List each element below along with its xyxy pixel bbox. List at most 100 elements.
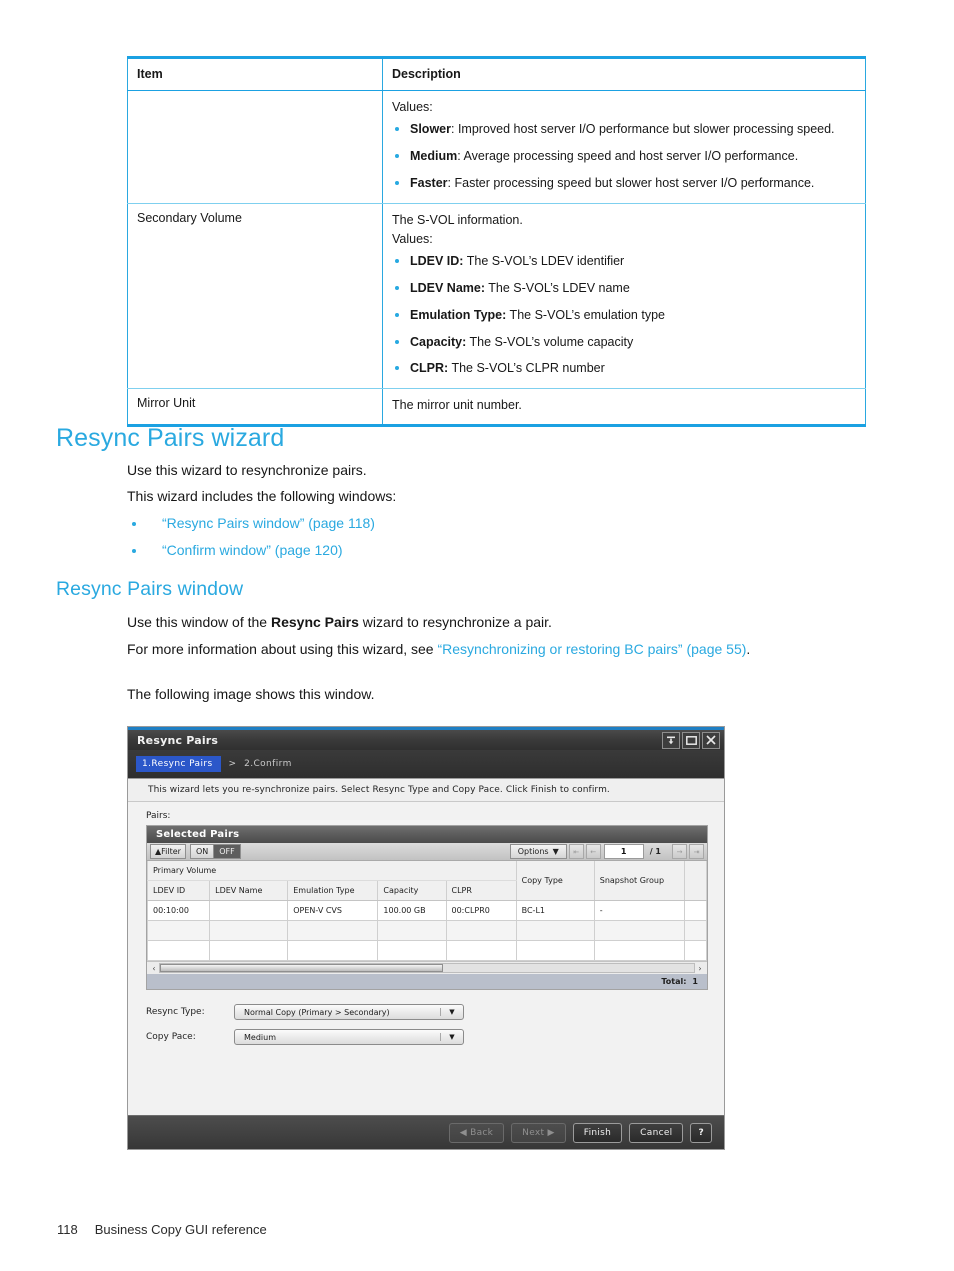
term-text: The S-VOL’s LDEV identifier xyxy=(463,254,625,269)
term: Capacity: xyxy=(410,334,467,349)
maximize-icon[interactable] xyxy=(682,731,700,749)
horizontal-scrollbar[interactable]: ‹ › xyxy=(147,961,707,974)
link-confirm-window[interactable]: “Confirm window” (page 120) xyxy=(162,542,343,558)
scrollbar-thumb[interactable] xyxy=(160,964,444,972)
list-item: Faster: Faster processing speed but slow… xyxy=(392,174,856,193)
copy-pace-label: Copy Pace: xyxy=(146,1032,196,1042)
list-item: “Confirm window” (page 120) xyxy=(127,541,375,561)
step-confirm[interactable]: 2.Confirm xyxy=(244,759,292,769)
column-header-ldev-id[interactable]: LDEV ID xyxy=(146,880,211,901)
page-number-input[interactable]: 1 xyxy=(603,844,644,859)
term-text: The S-VOL’s volume capacity xyxy=(466,334,634,349)
column-header-emulation-type[interactable]: Emulation Type xyxy=(287,880,379,901)
cell-clpr: 00:CLPR0 xyxy=(445,900,517,921)
cell-emulation-type: OPEN-V CVS xyxy=(287,900,379,921)
cell-empty xyxy=(287,920,379,941)
scroll-right-icon[interactable]: › xyxy=(695,964,705,973)
step-resync-pairs[interactable]: 1.Resync Pairs xyxy=(136,756,221,772)
toggle-on[interactable]: ON xyxy=(189,844,215,859)
term: Faster xyxy=(410,175,448,190)
column-header-clpr[interactable]: CLPR xyxy=(445,880,517,901)
dialog-titlebar: Resync Pairs xyxy=(128,727,724,750)
desc-line: The S-VOL information. xyxy=(392,212,523,227)
last-page-icon[interactable]: ⇥ xyxy=(689,844,704,859)
term-text: The S-VOL’s emulation type xyxy=(506,307,665,322)
left-arrow-icon: ◀ xyxy=(459,1127,467,1138)
window-controls xyxy=(662,731,720,749)
form-fields: Resync Type: Normal Copy (Primary > Seco… xyxy=(146,1004,724,1045)
first-page-icon[interactable]: ⇤ xyxy=(568,844,584,859)
filter-button[interactable]: ▲Filter xyxy=(150,844,186,859)
subsection-para-1: Use this window of the Resync Pairs wiza… xyxy=(127,612,552,632)
term-text: Faster processing speed but slower host … xyxy=(451,175,815,190)
cell-empty xyxy=(209,920,289,941)
list-item: LDEV Name: The S-VOL’s LDEV name xyxy=(392,279,856,298)
pairs-label: Pairs: xyxy=(146,811,171,821)
term-text: The S-VOL’s CLPR number xyxy=(448,361,605,376)
finish-button[interactable]: Finish xyxy=(572,1122,623,1143)
next-page-icon[interactable]: → xyxy=(672,844,687,859)
cell-empty xyxy=(515,920,595,941)
list-item: Medium: Average processing speed and hos… xyxy=(392,147,856,166)
para-text: wizard to resynchronize a pair. xyxy=(358,614,552,630)
column-header-capacity[interactable]: Capacity xyxy=(377,880,447,901)
column-header-description: Description xyxy=(382,56,866,91)
link-resynchronizing-bc-pairs[interactable]: “Resynchronizing or restoring BC pairs” … xyxy=(437,641,746,657)
cell-ldev-name xyxy=(209,900,289,921)
value-list: Slower: Improved host server I/O perform… xyxy=(392,120,856,192)
cell-empty xyxy=(593,940,685,961)
cell-empty xyxy=(445,940,517,961)
back-button[interactable]: ◀ Back xyxy=(448,1122,505,1143)
panel-title: Selected Pairs xyxy=(147,826,707,843)
term: Medium xyxy=(410,149,458,164)
cell-capacity: 100.00 GB xyxy=(377,900,447,921)
table-group-header-row: Primary Volume Copy Type Snapshot Group xyxy=(147,861,708,901)
column-header-ldev-name[interactable]: LDEV Name xyxy=(209,880,289,901)
para-text: . xyxy=(746,641,751,657)
collapse-icon[interactable] xyxy=(662,731,680,749)
back-label: Back xyxy=(470,1127,494,1138)
options-button[interactable]: Options ▼ xyxy=(509,844,567,859)
list-item: Slower: Improved host server I/O perform… xyxy=(392,120,856,139)
section-para-1: Use this wizard to resynchronize pairs. xyxy=(127,462,367,478)
prev-page-icon[interactable]: ← xyxy=(585,844,601,859)
column-header-snapshot-group[interactable]: Snapshot Group xyxy=(593,861,685,901)
term: CLPR: xyxy=(410,361,449,376)
copy-pace-select[interactable]: Medium ▼ xyxy=(234,1029,464,1045)
pairs-table: Primary Volume Copy Type Snapshot Group … xyxy=(146,861,708,961)
chevron-down-icon: ▼ xyxy=(440,1033,463,1041)
help-button[interactable]: ? xyxy=(690,1122,712,1143)
desc-line: The mirror unit number. xyxy=(392,398,522,413)
next-button[interactable]: Next ▶ xyxy=(511,1122,566,1143)
scroll-left-icon[interactable]: ‹ xyxy=(149,964,159,973)
dialog-title: Resync Pairs xyxy=(137,733,219,747)
page-title: Resync Pairs wizard xyxy=(56,424,285,452)
link-resync-pairs-window[interactable]: “Resync Pairs window” (page 118) xyxy=(162,515,375,531)
filter-toggle[interactable]: ON OFF xyxy=(189,844,241,859)
table-row[interactable]: 00:10:00 OPEN-V CVS 100.00 GB 00:CLPR0 B… xyxy=(146,900,708,921)
reference-table: Item Description Values: Slower: Improve… xyxy=(127,56,866,427)
subsection-para-2: For more information about using this wi… xyxy=(127,639,827,659)
para-bold: Resync Pairs xyxy=(270,614,359,630)
column-header-item: Item xyxy=(127,56,383,91)
close-icon[interactable] xyxy=(702,731,720,749)
footer-title: Business Copy GUI reference xyxy=(94,1222,267,1237)
resync-type-select[interactable]: Normal Copy (Primary > Secondary) ▼ xyxy=(234,1004,464,1020)
selected-pairs-panel: Selected Pairs ▲Filter ON OFF Options ▼ … xyxy=(146,825,708,990)
cell-empty xyxy=(377,920,447,941)
table-row: Values: Slower: Improved host server I/O… xyxy=(127,90,866,204)
cell-empty xyxy=(209,940,289,961)
cell-empty xyxy=(593,920,685,941)
instruction-text: This wizard lets you re-synchronize pair… xyxy=(128,778,724,802)
column-header-copy-type[interactable]: Copy Type xyxy=(515,861,595,901)
term: LDEV Name: xyxy=(410,281,486,296)
toggle-off[interactable]: OFF xyxy=(214,844,241,859)
table-header-row: Item Description xyxy=(127,56,866,91)
scrollbar-track[interactable] xyxy=(159,963,695,973)
list-item: CLPR: The S-VOL’s CLPR number xyxy=(392,359,856,378)
cancel-button[interactable]: Cancel xyxy=(629,1122,684,1143)
copy-pace-value: Medium xyxy=(244,1032,276,1042)
desc-line: Values: xyxy=(392,232,433,246)
cell-description: Values: Slower: Improved host server I/O… xyxy=(382,90,866,204)
term-text: The S-VOL’s LDEV name xyxy=(485,281,630,296)
